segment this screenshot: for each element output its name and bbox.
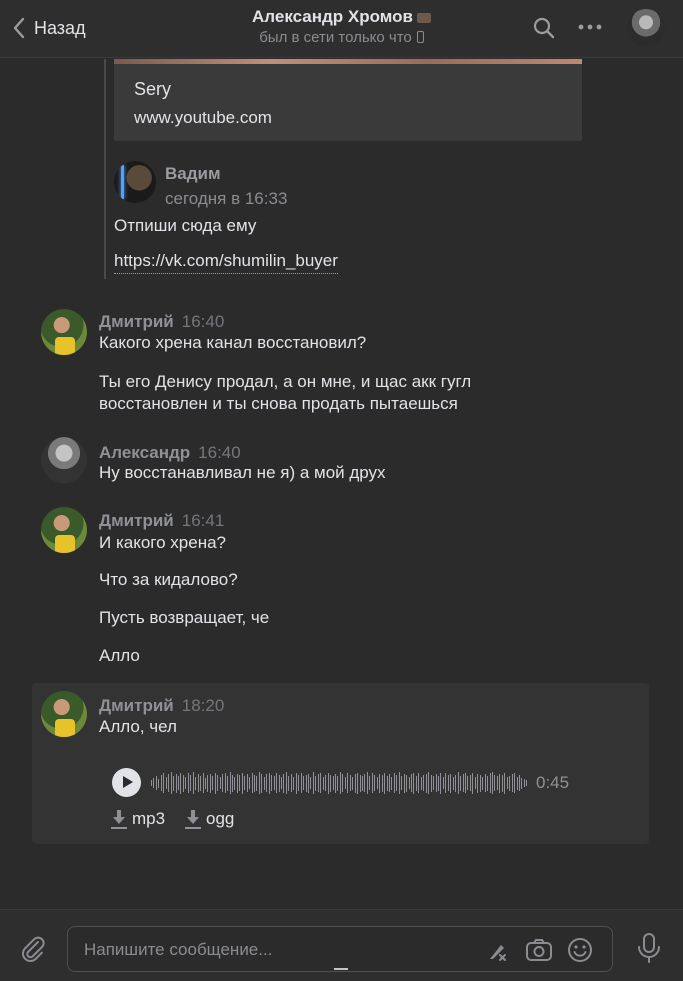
message-text: Алло, чел [99,717,177,736]
camera-icon[interactable] [525,937,553,963]
message-input-box[interactable] [67,926,613,972]
voice-waveform[interactable] [151,767,527,799]
online-status: был в сети только что [180,28,503,48]
emoji-icon[interactable] [567,937,593,963]
more-icon[interactable] [578,22,602,32]
avatar[interactable] [41,437,87,483]
message-feed: Sery www.youtube.com Вадим сегодня в 16:… [0,59,683,909]
microphone-icon[interactable] [636,932,662,964]
message-time: 16:41 [181,511,225,530]
home-indicator [334,968,348,970]
link-preview-card[interactable]: Sery www.youtube.com [114,59,582,141]
voice-duration: 0:45 [536,773,570,792]
link-preview-image [114,59,582,64]
sender-name[interactable]: Дмитрий 16:41 [99,511,224,531]
forwarded-author[interactable]: Вадим [165,164,221,184]
avatar[interactable] [41,507,87,553]
link-preview-title: Sery [134,79,172,99]
sender-name[interactable]: Дмитрий 16:40 [99,312,224,332]
download-ogg-label: ogg [206,809,235,828]
chat-title: Александр Хромов [180,6,503,28]
message-text: Ты его Денису продал, а он мне, и щас ак… [99,372,472,391]
download-mp3-link[interactable]: mp3 [111,808,165,830]
message-time: 16:40 [181,312,225,331]
download-icon [185,809,201,829]
sender-name[interactable]: Дмитрий 18:20 [99,696,224,716]
back-button[interactable]: Назад [12,14,86,42]
flag-emoji-icon [416,12,431,23]
link-preview-url: www.youtube.com [134,108,272,127]
message-text: Пусть возвращает, че [99,608,270,627]
download-mp3-label: mp3 [132,809,166,828]
avatar[interactable] [41,691,87,737]
forwarded-time: сегодня в 16:33 [165,189,288,208]
forwarded-link[interactable]: https://vk.com/shumilin_buyer [114,251,338,274]
contact-avatar[interactable] [627,9,665,47]
back-label: Назад [34,17,86,38]
chat-title-block[interactable]: Александр Хромов был в сети только что [180,6,503,48]
avatar[interactable] [114,161,156,203]
mobile-phone-icon [416,31,424,43]
download-icon [111,809,127,829]
forwarded-text: Отпиши сюда ему [114,216,257,235]
chat-header: Назад Александр Хромов был в сети только… [0,0,683,58]
forward-bar [104,59,106,279]
message-text: Ну восстанавливал не я) а мой друх [99,463,386,482]
message-text: восстановлен и ты снова продать пытаешьс… [99,394,458,413]
message-text: И какого хрена? [99,533,227,552]
message-time: 16:40 [198,443,241,462]
sticker-edit-icon[interactable] [486,939,510,963]
message-composer [0,909,683,981]
message-text: Какого хрена канал восстановил? [99,333,367,352]
chevron-left-icon [13,17,25,39]
message-input[interactable] [82,937,466,963]
search-icon[interactable] [532,16,556,40]
message-text: Что за кидалово? [99,570,238,589]
message-time: 18:20 [181,696,225,715]
play-button[interactable] [112,768,141,797]
download-ogg-link[interactable]: ogg [185,808,234,830]
sender-name[interactable]: Александр 16:40 [99,443,241,463]
paperclip-icon[interactable] [18,934,48,964]
avatar[interactable] [41,309,87,355]
message-text: Алло [99,646,140,665]
